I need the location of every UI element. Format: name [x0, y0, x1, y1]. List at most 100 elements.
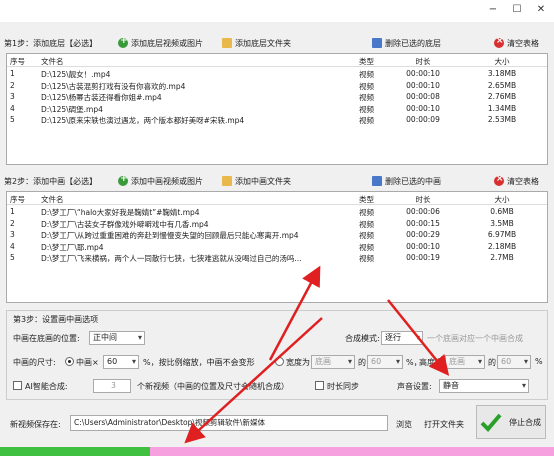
column-header[interactable]: 序号: [10, 194, 34, 205]
size-scale-radio[interactable]: [65, 357, 74, 366]
table-cell: 1: [10, 207, 15, 216]
table-cell: 00:00:10: [406, 241, 440, 251]
table-cell: 2: [10, 80, 15, 90]
image-delete-icon: [372, 176, 382, 186]
audio-select[interactable]: 静音: [439, 379, 529, 393]
table-cell: 2.76MB: [487, 92, 517, 102]
minimize-button[interactable]: −: [482, 3, 504, 17]
height-of-label: 的: [488, 358, 496, 367]
column-header[interactable]: 大小: [459, 194, 545, 205]
width-base-select[interactable]: 底画: [311, 355, 355, 369]
table-cell: 00:00:19: [406, 253, 440, 263]
table-cell: 3.5MB: [490, 218, 514, 228]
size-scale-select[interactable]: 60: [103, 355, 139, 369]
mode-label: 合成模式:: [345, 334, 380, 343]
width-label: 宽度为: [286, 358, 310, 367]
step2-add-media-button[interactable]: 添加中画视频或图片: [118, 173, 203, 188]
position-label: 中画在底画的位置:: [13, 334, 80, 343]
maximize-button[interactable]: ☐: [506, 3, 528, 17]
table-cell: 2.7MB: [490, 253, 514, 263]
table-cell: D:\梦工厂\飞来横祸，两个人一同散行七狭，七狭难逃就从没喝过自己的汤吗...: [41, 254, 302, 264]
step1-toolbar: 第1步：添加底层【必选】 添加底层视频或图片 添加底层文件夹 删除已选的底层 清…: [0, 34, 554, 52]
table-cell: 1.34MB: [487, 103, 517, 113]
step2-add-folder-button[interactable]: 添加中画文件夹: [222, 175, 291, 188]
title-bar: − ☐ ✕: [0, 0, 554, 22]
column-header[interactable]: 类型: [359, 194, 389, 205]
table-cell: 00:00:10: [406, 103, 440, 113]
table-row[interactable]: 1 D:\梦工厂\“halo大家好我是鞠婧t”#鞠婧t.mp4 视频 00:00:06…: [7, 205, 547, 217]
duration-sync-label: 时长同步: [327, 382, 359, 391]
table-cell: 0.6MB: [490, 207, 514, 216]
table-cell: 3: [10, 230, 15, 240]
ai-compose-description: 个新视频（中画的位置及尺寸会随机合成）: [137, 382, 289, 391]
column-header[interactable]: 文件名: [41, 194, 359, 205]
table-cell: 6.97MB: [487, 230, 517, 240]
size-custom-radio[interactable]: [275, 357, 284, 366]
open-folder-button[interactable]: 打开文件夹: [424, 419, 464, 430]
table-row[interactable]: 2 D:\125\古装混剪打戏有没有你喜欢的.mp4 视频 00:00:10 2.65M…: [7, 79, 547, 91]
mode-description: 一个底画对应一个中画合成: [427, 334, 523, 343]
table-header: 序号 文件名 类型 时长 大小: [7, 192, 547, 205]
table-row[interactable]: 5 D:\梦工厂\飞来横祸，两个人一同散行七狭，七狭难逃就从没喝过自己的汤吗...…: [7, 251, 547, 263]
step1-title: 第1步：添加底层【必选】: [4, 39, 98, 48]
table-row[interactable]: 3 D:\梦工厂\从跨过重重困难的奔赴到慢慢变失望的回顾最后只能心寒离开.mp4 视…: [7, 228, 547, 240]
table-cell: 00:00:10: [406, 80, 440, 90]
table-cell: 00:00:10: [406, 69, 440, 78]
table-row[interactable]: 5 D:\125\原来宋轶也演过遇龙，两个版本都好美呀#宋轶.mp4 视频 00:00…: [7, 113, 547, 125]
table-cell: 00:00:08: [406, 92, 440, 102]
table-cell: 3.18MB: [487, 69, 517, 78]
column-header[interactable]: 序号: [10, 56, 34, 67]
column-header[interactable]: 类型: [359, 56, 389, 67]
table-cell: 视频: [359, 116, 374, 126]
clear-icon: [494, 173, 504, 186]
step1-add-media-button[interactable]: 添加底层视频或图片: [118, 35, 203, 50]
column-header[interactable]: 文件名: [41, 56, 359, 67]
table-row[interactable]: 4 D:\125\碉堡.mp4 视频 00:00:10 1.34MB: [7, 102, 547, 114]
table-cell: D:\125\原来宋轶也演过遇龙，两个版本都好美呀#宋轶.mp4: [41, 116, 245, 126]
table-cell: 00:00:15: [406, 218, 440, 228]
step1-clear-table-button[interactable]: 清空表格: [494, 35, 539, 50]
width-percent-select[interactable]: 60: [367, 355, 403, 369]
table-cell: 2: [10, 218, 15, 228]
size-scale-description: %，按比例缩放，中画不会变形: [143, 358, 255, 367]
folder-icon: [222, 38, 232, 48]
size-label: 中画的尺寸:: [13, 358, 56, 367]
step1-add-folder-button[interactable]: 添加底层文件夹: [222, 37, 291, 50]
ai-count-input[interactable]: 3: [93, 379, 131, 393]
position-select[interactable]: 正中间: [89, 331, 145, 345]
save-path-label: 新视频保存在:: [10, 420, 61, 429]
table-row[interactable]: 4 D:\梦工厂\耶.mp4 视频 00:00:10 2.18MB: [7, 240, 547, 252]
save-path-input[interactable]: C:\Users\Administrator\Desktop\视频剪辑软件\新媒…: [70, 415, 388, 431]
stop-compose-button[interactable]: 停止合成: [476, 405, 546, 439]
height-base-select[interactable]: 底画: [445, 355, 485, 369]
duration-sync-checkbox[interactable]: [315, 381, 324, 390]
add-icon: [118, 173, 128, 186]
size-scale-label: 中画×: [76, 358, 99, 367]
clear-icon: [494, 35, 504, 48]
browse-button[interactable]: 浏览: [396, 419, 412, 430]
ai-compose-label: AI智能合成:: [25, 382, 68, 391]
height-percent-suffix: %: [535, 357, 543, 366]
step1-delete-selected-button[interactable]: 删除已选的底层: [372, 37, 441, 50]
column-header[interactable]: 时长: [393, 194, 453, 205]
step1-file-table[interactable]: 序号 文件名 类型 时长 大小 1 D:\125\靓女！.mp4 视频 00:00:10 3.18…: [6, 53, 548, 165]
table-cell: 4: [10, 103, 15, 113]
step2-file-table[interactable]: 序号 文件名 类型 时长 大小 1 D:\梦工厂\“halo大家好我是鞠婧t”#鞠婧t.mp…: [6, 191, 548, 303]
add-icon: [118, 35, 128, 48]
image-delete-icon: [372, 38, 382, 48]
column-header[interactable]: 时长: [393, 56, 453, 67]
step2-clear-table-button[interactable]: 清空表格: [494, 173, 539, 188]
progress-bar: [0, 447, 554, 456]
mode-select[interactable]: 逐行: [381, 331, 423, 345]
step2-delete-selected-button[interactable]: 删除已选的中画: [372, 175, 441, 188]
table-row[interactable]: 2 D:\梦工厂\古装女子群像戏外噼噼戏中有几香.mp4 视频 00:00:15 3.5…: [7, 217, 547, 229]
height-percent-select[interactable]: 60: [497, 355, 531, 369]
close-button[interactable]: ✕: [530, 3, 552, 17]
column-header[interactable]: 大小: [459, 56, 545, 67]
ai-compose-checkbox[interactable]: [13, 381, 22, 390]
table-row[interactable]: 3 D:\125\杨幂古装还得看你姐#.mp4 视频 00:00:08 2.76MB: [7, 90, 547, 102]
table-cell: 00:00:29: [406, 230, 440, 240]
table-row[interactable]: 1 D:\125\靓女！.mp4 视频 00:00:10 3.18MB: [7, 67, 547, 79]
table-cell: 2.65MB: [487, 80, 517, 90]
step3-title: 第3步：设置画中画选项: [13, 315, 99, 324]
